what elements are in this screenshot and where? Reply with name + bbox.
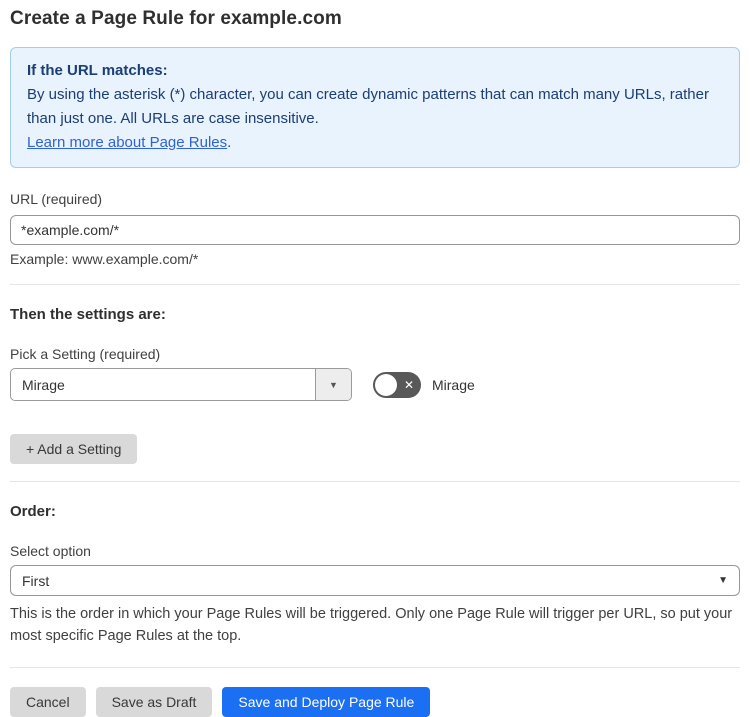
cancel-button[interactable]: Cancel xyxy=(10,687,86,717)
save-and-deploy-button[interactable]: Save and Deploy Page Rule xyxy=(222,687,431,717)
add-setting-button[interactable]: + Add a Setting xyxy=(10,434,138,464)
order-select-label: Select option xyxy=(10,543,91,559)
info-box-heading: If the URL matches: xyxy=(27,62,168,79)
toggle-knob xyxy=(375,373,397,396)
chevron-down-icon[interactable]: ▼ xyxy=(315,369,351,400)
learn-more-link[interactable]: Learn more about Page Rules xyxy=(27,134,227,151)
create-page-rule-form: Create a Page Rule for example.com If th… xyxy=(0,0,750,717)
settings-section-heading: Then the settings are: xyxy=(10,306,166,323)
section-divider xyxy=(10,284,740,285)
url-match-info-box: If the URL matches: By using the asteris… xyxy=(10,47,740,168)
toggle-setting-label: Mirage xyxy=(432,376,475,393)
url-example-helper: Example: www.example.com/* xyxy=(10,251,199,267)
chevron-glyph: ▼ xyxy=(329,379,338,390)
url-field-label: URL (required) xyxy=(10,191,103,207)
toggle-off-x-icon: ✕ xyxy=(403,377,414,392)
actions-divider xyxy=(10,667,740,668)
pick-setting-label: Pick a Setting (required) xyxy=(10,346,161,362)
pick-setting-value: Mirage xyxy=(22,376,65,393)
info-box-link-line: Learn more about Page Rules. xyxy=(27,131,723,155)
setting-row: Mirage ▼ ✕ Mirage xyxy=(10,368,740,401)
order-select-value: First xyxy=(22,572,50,589)
pick-setting-select[interactable]: Mirage ▼ xyxy=(10,368,352,401)
info-box-body: By using the asterisk (*) character, you… xyxy=(27,86,709,127)
actions-row: Cancel Save as Draft Save and Deploy Pag… xyxy=(10,687,740,717)
order-helper-text: This is the order in which your Page Rul… xyxy=(10,606,733,644)
order-section-heading: Order: xyxy=(10,503,56,520)
order-select[interactable]: First ▼ xyxy=(10,565,740,596)
url-input[interactable] xyxy=(10,215,740,245)
section-divider-2 xyxy=(10,481,740,482)
link-suffix: . xyxy=(227,134,232,151)
chevron-down-icon: ▼ xyxy=(718,575,728,586)
page-title: Create a Page Rule for example.com xyxy=(10,8,342,29)
mirage-toggle[interactable]: ✕ xyxy=(373,371,421,398)
save-as-draft-button[interactable]: Save as Draft xyxy=(95,687,213,717)
